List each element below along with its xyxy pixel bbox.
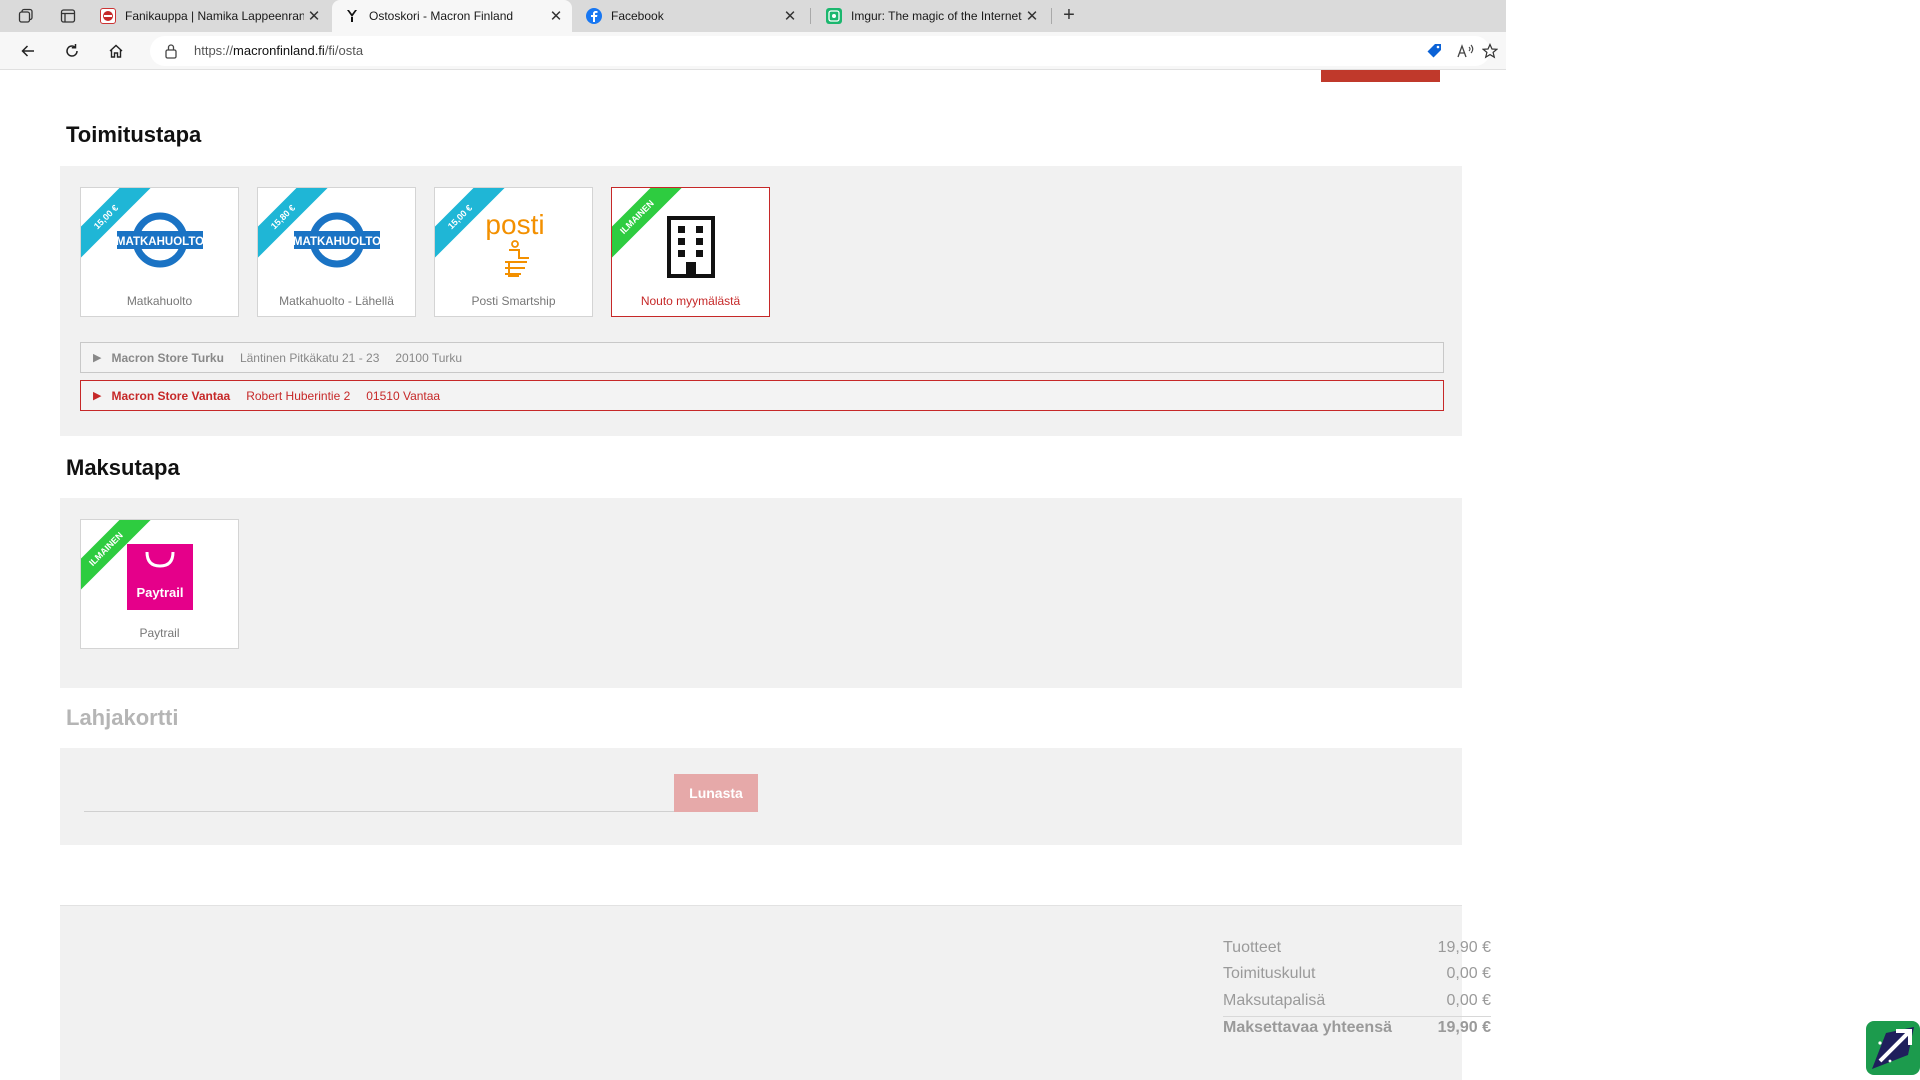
tab-separator xyxy=(810,8,811,24)
url-host: macronfinland.fi xyxy=(233,43,325,58)
triangle-right-icon: ▶ xyxy=(93,390,102,402)
store-city: 20100 Turku xyxy=(395,350,463,365)
namika-favicon xyxy=(100,8,116,24)
refresh-icon[interactable] xyxy=(60,39,84,63)
matkahuolto-logo-text: MATKAHUOLTO xyxy=(292,236,380,248)
building-icon xyxy=(612,216,769,278)
summary-row-total: Maksettavaa yhteensä 19,90 € xyxy=(1223,1016,1491,1040)
posti-logo-text: posti xyxy=(485,210,544,240)
payment-option-paytrail[interactable]: ILMAINEN Paytrail Paytrail xyxy=(80,519,239,649)
facebook-favicon xyxy=(586,8,602,24)
giftcard-code-input[interactable] xyxy=(84,775,674,812)
new-tab-button[interactable]: + xyxy=(1057,4,1081,28)
close-icon[interactable]: ✕ xyxy=(1022,7,1042,25)
url-text: https://macronfinland.fi/fi/osta xyxy=(194,43,363,58)
summary-total-label: Maksettavaa yhteensä xyxy=(1223,1019,1392,1036)
tab-label: Ostoskori - Macron Finland xyxy=(369,9,514,23)
redeem-button[interactable]: Lunasta xyxy=(674,774,758,812)
tab-actions-icon[interactable] xyxy=(56,4,80,28)
close-icon[interactable]: ✕ xyxy=(780,7,800,25)
payment-section-title: Maksutapa xyxy=(66,455,180,480)
store-row-vantaa[interactable]: ▶ Macron Store Vantaa Robert Huberintie … xyxy=(80,380,1444,411)
order-summary-panel: Tuotteet 19,90 € Toimituskulut 0,00 € Ma… xyxy=(60,905,1491,1080)
lock-icon[interactable] xyxy=(164,43,178,64)
option-label: Matkahuolto - Lähellä xyxy=(279,294,394,308)
triangle-right-icon: ▶ xyxy=(93,352,102,364)
tab-namika[interactable]: Fanikauppa | Namika Lappeenranta ✕ xyxy=(88,0,330,32)
option-label: Paytrail xyxy=(139,626,180,640)
store-name: Macron Store Vantaa xyxy=(111,388,231,403)
giftcard-section-title: Lahjakortti xyxy=(66,705,179,730)
summary-value: 19,90 € xyxy=(1437,939,1491,956)
store-row-turku[interactable]: ▶ Macron Store Turku Läntinen Pitkäkatu … xyxy=(80,342,1444,373)
home-icon[interactable] xyxy=(104,39,128,63)
tab-label: Facebook xyxy=(611,9,664,23)
summary-label: Maksutapalisä xyxy=(1223,992,1326,1009)
tab-label: Fanikauppa | Namika Lappeenranta xyxy=(125,9,304,23)
store-address: Läntinen Pitkäkatu 21 - 23 xyxy=(239,350,380,365)
store-address: Robert Huberintie 2 xyxy=(246,388,351,403)
matkahuolto-logo-icon: MATKAHUOLTO xyxy=(258,210,415,270)
url-prefix: https:// xyxy=(194,43,234,58)
address-field[interactable]: https://macronfinland.fi/fi/osta xyxy=(150,36,1490,66)
imgur-favicon xyxy=(826,8,842,24)
summary-label: Tuotteet xyxy=(1223,939,1282,956)
macron-favicon xyxy=(344,8,360,24)
paytrail-logo-icon: Paytrail xyxy=(81,544,238,610)
delivery-section-title: Toimitustapa xyxy=(66,122,202,147)
tab-imgur[interactable]: Imgur: The magic of the Internet ✕ xyxy=(814,0,1048,32)
delivery-option-posti-smartship[interactable]: 15,00 € posti Posti Smartship xyxy=(434,187,593,317)
browser-tab-bar: Fanikauppa | Namika Lappeenranta ✕ Ostos… xyxy=(0,0,1506,32)
close-icon[interactable]: ✕ xyxy=(546,7,566,25)
option-label: Nouto myymälästä xyxy=(640,294,741,308)
tab-macron[interactable]: Ostoskori - Macron Finland ✕ xyxy=(332,0,572,32)
store-city: 01510 Vantaa xyxy=(366,388,441,403)
posti-logo-icon: posti xyxy=(435,210,592,286)
back-arrow-icon[interactable] xyxy=(16,39,40,63)
delivery-option-matkahuolto-lahella[interactable]: 15,80 € MATKAHUOLTO Matkahuolto - Lähell… xyxy=(257,187,416,317)
tab-facebook[interactable]: Facebook ✕ xyxy=(574,0,806,32)
summary-row-products: Tuotteet 19,90 € xyxy=(1223,937,1491,961)
summary-value: 0,00 € xyxy=(1446,965,1491,982)
summary-total-value: 19,90 € xyxy=(1437,1019,1491,1036)
summary-row-shipping: Toimituskulut 0,00 € xyxy=(1223,963,1491,987)
option-label: Matkahuolto xyxy=(126,294,193,308)
close-icon[interactable]: ✕ xyxy=(304,7,324,25)
matkahuolto-logo-text: MATKAHUOLTO xyxy=(115,236,203,248)
workspaces-icon[interactable] xyxy=(14,4,38,28)
read-aloud-icon[interactable] xyxy=(1456,41,1476,61)
browser-address-bar: https://macronfinland.fi/fi/osta xyxy=(0,32,1506,70)
summary-row-payment-fee: Maksutapalisä 0,00 € xyxy=(1223,990,1491,1014)
shopping-tag-icon[interactable] xyxy=(1424,41,1444,61)
matkahuolto-logo-icon: MATKAHUOLTO xyxy=(81,210,238,270)
payment-panel xyxy=(60,498,1462,688)
option-label: Posti Smartship xyxy=(471,294,556,308)
paytrail-logo-text: Paytrail xyxy=(136,585,183,600)
delivery-option-matkahuolto[interactable]: 15,00 € MATKAHUOLTO Matkahuolto xyxy=(80,187,239,317)
store-name: Macron Store Turku xyxy=(111,350,224,365)
delivery-option-store-pickup[interactable]: ILMAINEN Nouto myymälästä xyxy=(611,187,770,317)
favorite-star-icon[interactable] xyxy=(1478,39,1502,63)
floating-app-icon[interactable] xyxy=(1866,1021,1920,1075)
url-path: /fi/osta xyxy=(324,43,364,58)
summary-label: Toimituskulut xyxy=(1223,965,1316,982)
tab-separator xyxy=(1051,8,1052,24)
tab-label: Imgur: The magic of the Internet xyxy=(851,9,1022,23)
summary-value: 0,00 € xyxy=(1446,992,1491,1009)
checkout-button-edge[interactable] xyxy=(1321,70,1440,82)
